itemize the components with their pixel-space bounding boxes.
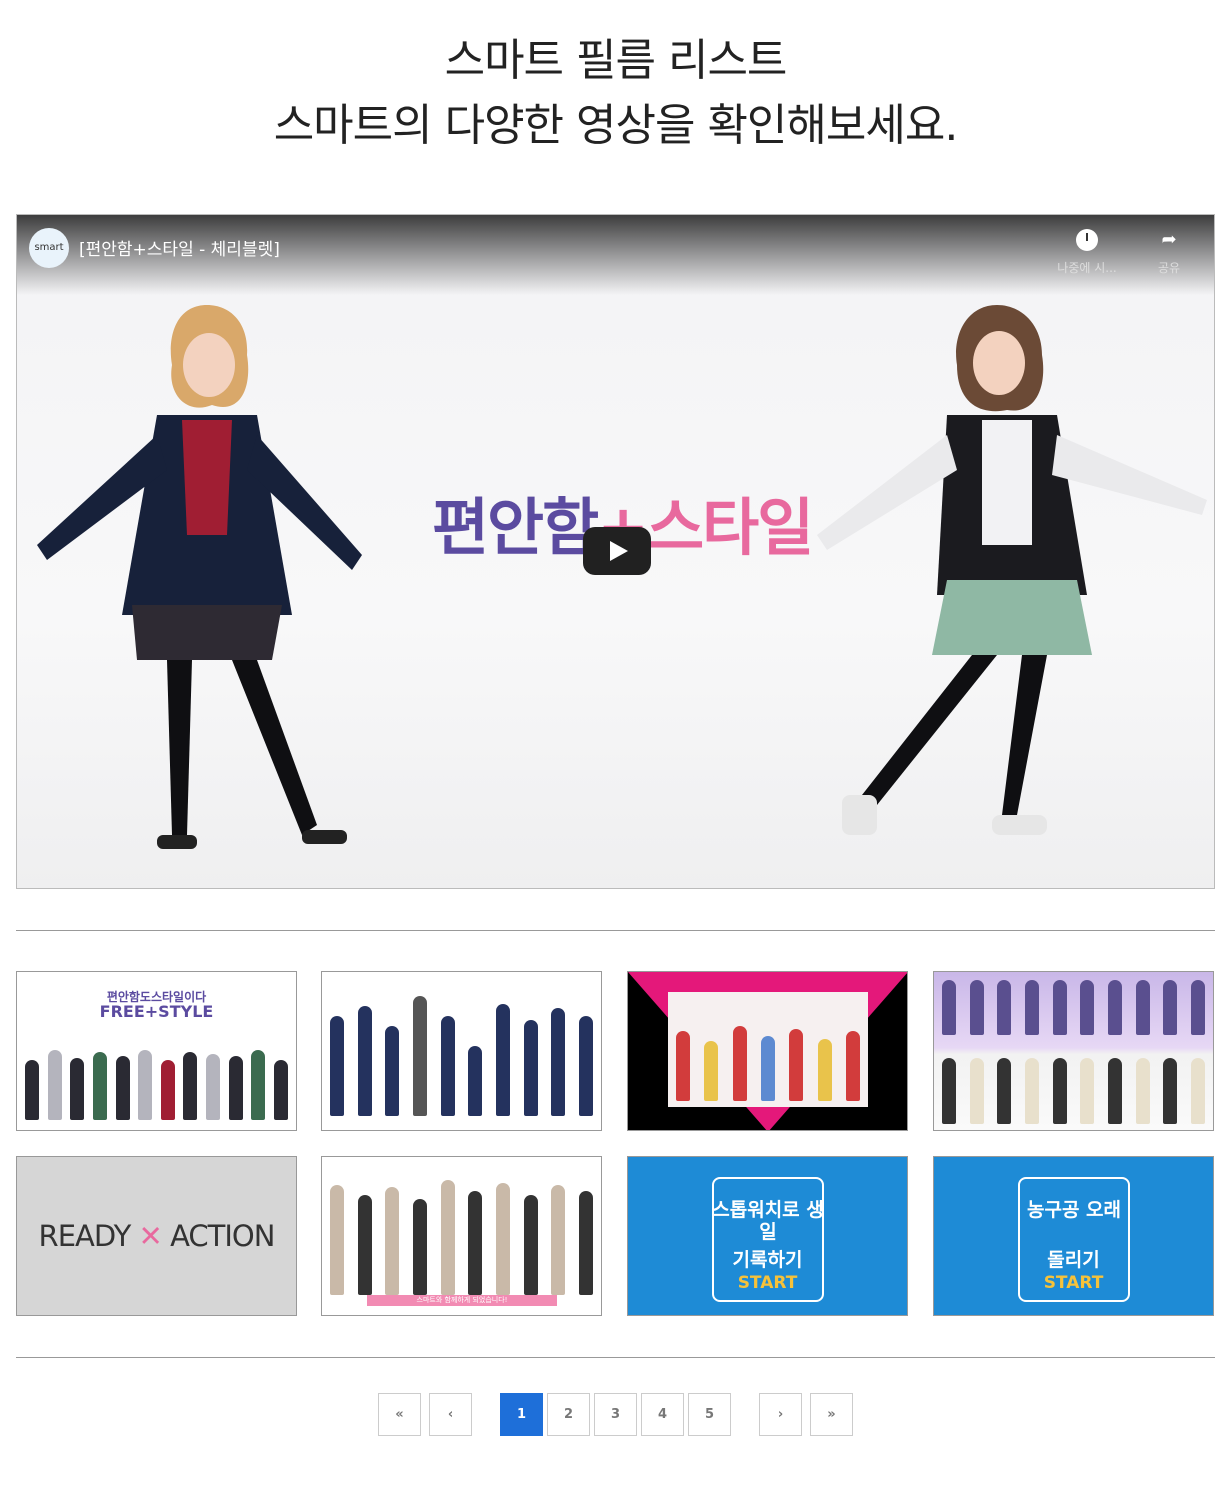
page-title: 스마트 필름 리스트 [444,35,788,86]
divider [16,1357,1215,1358]
watch-later-label: 나중에 시... [1057,261,1117,275]
video-thumbnail[interactable]: 편안함도스타일이다 FREE+STYLE [16,971,297,1131]
video-thumbnail[interactable]: 농구공 오래 돌리기 START [933,1156,1214,1316]
thumbnail-caption-top: 스톱워치로 생일 [712,1199,824,1243]
video-thumbnail[interactable]: 스톱워치로 생일 기록하기 START [627,1156,908,1316]
cross-icon: ✕ [138,1219,163,1253]
thumbnail-image [330,1175,593,1295]
share-icon: ➦ [1161,229,1177,250]
pagination-last-button[interactable]: » [810,1393,853,1436]
video-thumbnail[interactable]: 스마트와 함께하게 되었습니다! [321,1156,602,1316]
thumbnail-cta: START [737,1273,798,1293]
thumbnail-image [330,996,593,1116]
pagination-page-2[interactable]: 2 [547,1393,590,1436]
pagination-page-1[interactable]: 1 [500,1393,543,1436]
pagination-page-3[interactable]: 3 [594,1393,637,1436]
video-frame-left-dancer [37,305,362,849]
thumbnail-image-lower [942,1054,1205,1124]
thumbnail-caption-main: FREE+STYLE [99,1002,214,1021]
video-player[interactable]: 편안함+스타일 smart [편안함+스타일 - 체리블렛] 나중에 시... … [16,214,1215,889]
watch-later-button[interactable]: 나중에 시... [1047,225,1127,276]
thumbnail-caption-main: 기록하기 [732,1249,803,1271]
page-subtitle: 스마트의 다양한 영상을 확인해보세요. [273,100,959,151]
thumbnail-frame [668,992,868,1107]
video-title[interactable]: [편안함+스타일 - 체리블렛] [79,235,280,260]
share-button[interactable]: ➦ 공유 [1129,225,1209,276]
thumbnail-caption: READY ✕ ACTION [38,1219,276,1253]
thumbnail-image [942,980,1205,1040]
thumbnail-caption-main: 돌리기 [1047,1249,1100,1271]
pagination-next-button[interactable]: › [759,1393,802,1436]
thumbnail-caption-top: 농구공 오래 [1026,1199,1121,1221]
divider [16,930,1215,931]
share-label: 공유 [1157,261,1181,275]
thumbnail-caption: 스마트와 함께하게 되었습니다! [367,1295,557,1306]
video-thumbnail[interactable] [627,971,908,1131]
video-thumbnail[interactable] [933,971,1214,1131]
video-frame-right-dancer [817,305,1207,835]
clock-icon [1076,229,1098,251]
pagination-first-button[interactable]: « [378,1393,421,1436]
video-thumbnail[interactable] [321,971,602,1131]
thumbnail-image [25,1050,288,1120]
pagination-page-5[interactable]: 5 [688,1393,731,1436]
play-icon[interactable] [583,527,651,575]
channel-logo[interactable]: smart [29,228,69,268]
video-thumbnail[interactable]: READY ✕ ACTION [16,1156,297,1316]
pagination-page-4[interactable]: 4 [641,1393,684,1436]
pagination-prev-button[interactable]: ‹ [429,1393,472,1436]
thumbnail-cta: START [1043,1273,1104,1293]
